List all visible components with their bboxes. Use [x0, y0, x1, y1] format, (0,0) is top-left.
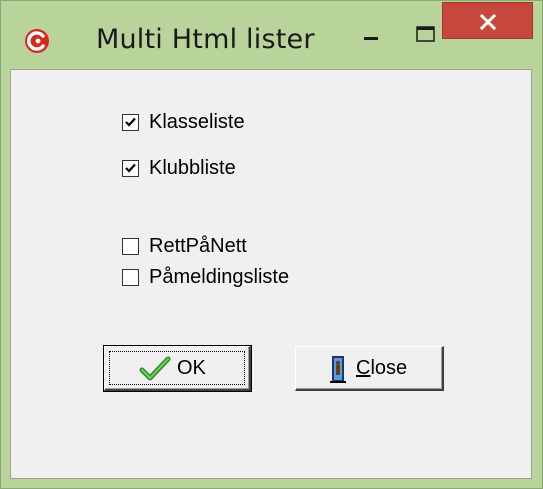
klubbliste-checkbox[interactable] — [122, 160, 139, 177]
close-label-rest: lose — [370, 357, 408, 379]
close-mnemonic: C — [356, 357, 371, 379]
klasseliste-checkbox[interactable] — [122, 114, 139, 131]
checkmark-icon — [125, 117, 136, 127]
rettpanett-checkbox[interactable] — [122, 238, 139, 255]
dialog-client-area: Klasseliste Klubbliste RettPåNett Påmeld… — [10, 69, 532, 479]
close-button-label: Close — [356, 356, 407, 380]
maximize-button[interactable] — [405, 18, 445, 56]
window-title: Multi Html lister — [96, 24, 315, 55]
checkmark-icon — [139, 356, 171, 381]
exit-door-icon — [330, 356, 346, 383]
klubbliste-label[interactable]: Klubbliste — [149, 156, 236, 180]
close-button[interactable]: Close — [295, 346, 444, 391]
rettpanett-label[interactable]: RettPåNett — [149, 234, 247, 258]
ok-button-label: OK — [177, 357, 206, 379]
minimize-icon — [364, 37, 378, 40]
dialog-window: Multi Html lister Klasseliste Klubbliste… — [0, 0, 543, 489]
minimize-button[interactable] — [353, 18, 393, 56]
checkmark-icon — [125, 163, 136, 173]
klasseliste-label[interactable]: Klasseliste — [149, 110, 245, 134]
pameldingsliste-checkbox[interactable] — [122, 269, 139, 286]
maximize-icon — [416, 26, 435, 42]
app-logo-icon[interactable] — [24, 28, 50, 54]
ok-button[interactable]: OK — [103, 345, 252, 392]
pameldingsliste-label[interactable]: Påmeldingsliste — [149, 265, 289, 289]
title-bar[interactable]: Multi Html lister — [1, 1, 542, 69]
close-window-button[interactable] — [442, 2, 533, 39]
close-icon — [479, 13, 497, 31]
